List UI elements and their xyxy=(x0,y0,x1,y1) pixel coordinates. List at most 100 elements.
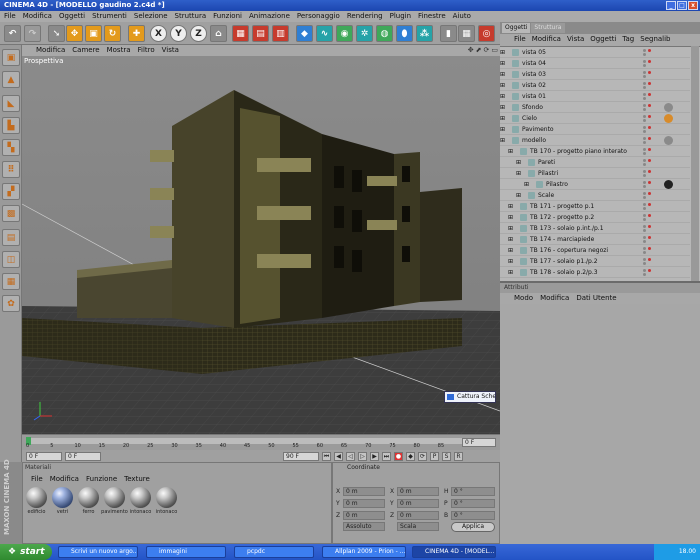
object-row[interactable]: ⊞ vista 01 xyxy=(500,91,690,102)
material-icon[interactable]: ◎ xyxy=(478,25,495,42)
expand-icon[interactable]: ⊞ xyxy=(500,135,505,146)
scene-icon[interactable]: ⬮ xyxy=(396,25,413,42)
current-frame-field[interactable]: 0 F xyxy=(26,451,62,461)
expand-icon[interactable]: ⊞ xyxy=(516,168,521,179)
end-frame-field[interactable]: 90 F xyxy=(283,451,319,461)
visibility-dots-icon[interactable] xyxy=(643,60,653,67)
minimize-button[interactable]: _ xyxy=(666,1,676,10)
visibility-dots-icon[interactable] xyxy=(643,225,653,232)
om-menu-segnalib[interactable]: Segnalib xyxy=(640,35,670,45)
visibility-dots-icon[interactable] xyxy=(643,203,653,210)
object-row[interactable]: ⊞ Scale xyxy=(500,190,690,201)
expand-icon[interactable]: ⊞ xyxy=(516,190,521,201)
render-view-icon[interactable]: ▦ xyxy=(232,25,249,42)
maximize-button[interactable]: □ xyxy=(677,1,687,10)
expand-icon[interactable]: ⊞ xyxy=(508,223,513,234)
material-tag-icon[interactable] xyxy=(664,114,673,123)
expand-icon[interactable]: ⊞ xyxy=(500,58,505,69)
scale-icon[interactable]: ▣ xyxy=(85,25,102,42)
camera-icon[interactable]: ▮ xyxy=(440,25,457,42)
pos-z-field[interactable]: 0 m xyxy=(343,511,385,520)
object-row[interactable]: ⊞ Pavimento xyxy=(500,124,690,135)
object-row[interactable]: ⊞ TB 172 - progetto p.2 xyxy=(500,212,690,223)
visibility-dots-icon[interactable] xyxy=(643,159,653,166)
pos-y-field[interactable]: 0 m xyxy=(343,499,385,508)
object-row[interactable]: ⊞ TB 177 - solaio p1./p.2 xyxy=(500,256,690,267)
undo-icon[interactable]: ↶ xyxy=(4,25,21,42)
timeline[interactable]: 051015202530354045505560657075808590 0 F xyxy=(22,434,500,450)
expand-icon[interactable]: ⊞ xyxy=(508,234,513,245)
rot-b-field[interactable]: 0 ° xyxy=(451,511,495,520)
use-model-tool-icon[interactable]: ▲ xyxy=(2,71,20,88)
menu-rendering[interactable]: Rendering xyxy=(347,12,383,21)
vp-zoom-icon[interactable]: ⬈ xyxy=(476,46,482,54)
menu-plugin[interactable]: Plugin xyxy=(390,12,411,21)
vp-menu-vista[interactable]: Vista xyxy=(162,46,179,55)
taskbar-item[interactable]: immagini xyxy=(146,546,226,558)
snap-icon[interactable]: ◫ xyxy=(2,251,20,268)
menu-finestre[interactable]: Finestre xyxy=(418,12,446,21)
expand-icon[interactable]: ⊞ xyxy=(500,69,505,80)
expand-icon[interactable]: ⊞ xyxy=(508,256,513,267)
vp-menu-mostra[interactable]: Mostra xyxy=(107,46,131,55)
mat-menu-funzione[interactable]: Funzione xyxy=(86,475,117,483)
visibility-dots-icon[interactable] xyxy=(643,49,653,56)
pos-x-field[interactable]: 0 m xyxy=(343,487,385,496)
perspective-viewport[interactable]: Prospettiva xyxy=(22,56,500,434)
expand-icon[interactable]: ⊞ xyxy=(508,245,513,256)
tweak-mode-icon[interactable]: ✿ xyxy=(2,295,20,312)
om-menu-tag[interactable]: Tag xyxy=(622,35,634,45)
material-swatch[interactable]: vetri xyxy=(51,487,74,521)
redo-icon[interactable]: ↷ xyxy=(24,25,41,42)
visibility-dots-icon[interactable] xyxy=(643,115,653,122)
apply-button[interactable]: Applica xyxy=(451,522,495,532)
render-picture-viewer-icon[interactable]: ▤ xyxy=(252,25,269,42)
object-row[interactable]: ⊞ Sfondo xyxy=(500,102,690,113)
prev-key-icon[interactable]: ◀ xyxy=(334,451,343,461)
expand-icon[interactable]: ⊞ xyxy=(508,146,513,157)
coordinate-system-icon[interactable]: ⌂ xyxy=(210,25,227,42)
menu-struttura[interactable]: Struttura xyxy=(175,12,207,21)
size-mode-select[interactable]: Scala xyxy=(397,522,439,531)
menu-personaggio[interactable]: Personaggio xyxy=(297,12,340,21)
vp-menu-modifica[interactable]: Modifica xyxy=(36,46,65,55)
expand-icon[interactable]: ⊞ xyxy=(500,102,505,113)
taskbar-item[interactable]: pcpdc xyxy=(234,546,314,558)
deformer-icon[interactable]: ◍ xyxy=(376,25,393,42)
rotate-icon[interactable]: ↻ xyxy=(104,25,121,42)
om-menu-modifica[interactable]: Modifica xyxy=(532,35,561,45)
goto-start-icon[interactable]: ⏮ xyxy=(322,451,331,461)
workplane-icon[interactable]: ▦ xyxy=(2,273,20,290)
material-tag-icon[interactable] xyxy=(664,180,673,189)
expand-icon[interactable]: ⊞ xyxy=(500,124,505,135)
vp-move-icon[interactable]: ✥ xyxy=(468,46,474,54)
nurbs-icon[interactable]: ◉ xyxy=(336,25,353,42)
use-object-tool-icon[interactable]: ◣ xyxy=(2,95,20,112)
particles-icon[interactable]: ⁂ xyxy=(416,25,433,42)
object-row[interactable]: ⊞ TB 171 - progetto p.1 xyxy=(500,201,690,212)
expand-icon[interactable]: ⊞ xyxy=(500,91,505,102)
taskbar-item[interactable]: CINEMA 4D - [MODEL... xyxy=(412,546,496,558)
object-row[interactable]: ⊞ vista 04 xyxy=(500,58,690,69)
material-swatch[interactable]: edificio xyxy=(25,487,48,521)
expand-icon[interactable]: ⊞ xyxy=(524,179,529,190)
spline-icon[interactable]: ∿ xyxy=(316,25,333,42)
expand-icon[interactable]: ⊞ xyxy=(500,80,505,91)
object-row[interactable]: ⊞ Pareti xyxy=(500,157,690,168)
visibility-dots-icon[interactable] xyxy=(643,137,653,144)
visibility-dots-icon[interactable] xyxy=(643,214,653,221)
size-x-field[interactable]: 0 m xyxy=(397,487,439,496)
object-row[interactable]: ⊞ vista 03 xyxy=(500,69,690,80)
mat-menu-modifica[interactable]: Modifica xyxy=(50,475,79,483)
object-row[interactable]: ⊞ Cielo xyxy=(500,113,690,124)
select-arrow-icon[interactable]: ➘ xyxy=(48,25,65,42)
timeline-end-field[interactable]: 0 F xyxy=(462,438,496,447)
object-row[interactable]: ⊞ Pilastri xyxy=(500,168,690,179)
visibility-dots-icon[interactable] xyxy=(643,126,653,133)
autokey-icon[interactable]: ⟳ xyxy=(418,451,427,461)
om-menu-vista[interactable]: Vista xyxy=(567,35,584,45)
expand-icon[interactable]: ⊞ xyxy=(508,212,513,223)
make-editable-icon[interactable]: ▣ xyxy=(2,49,20,66)
om-menu-oggetti[interactable]: Oggetti xyxy=(590,35,616,45)
material-tag-icon[interactable] xyxy=(664,103,673,112)
